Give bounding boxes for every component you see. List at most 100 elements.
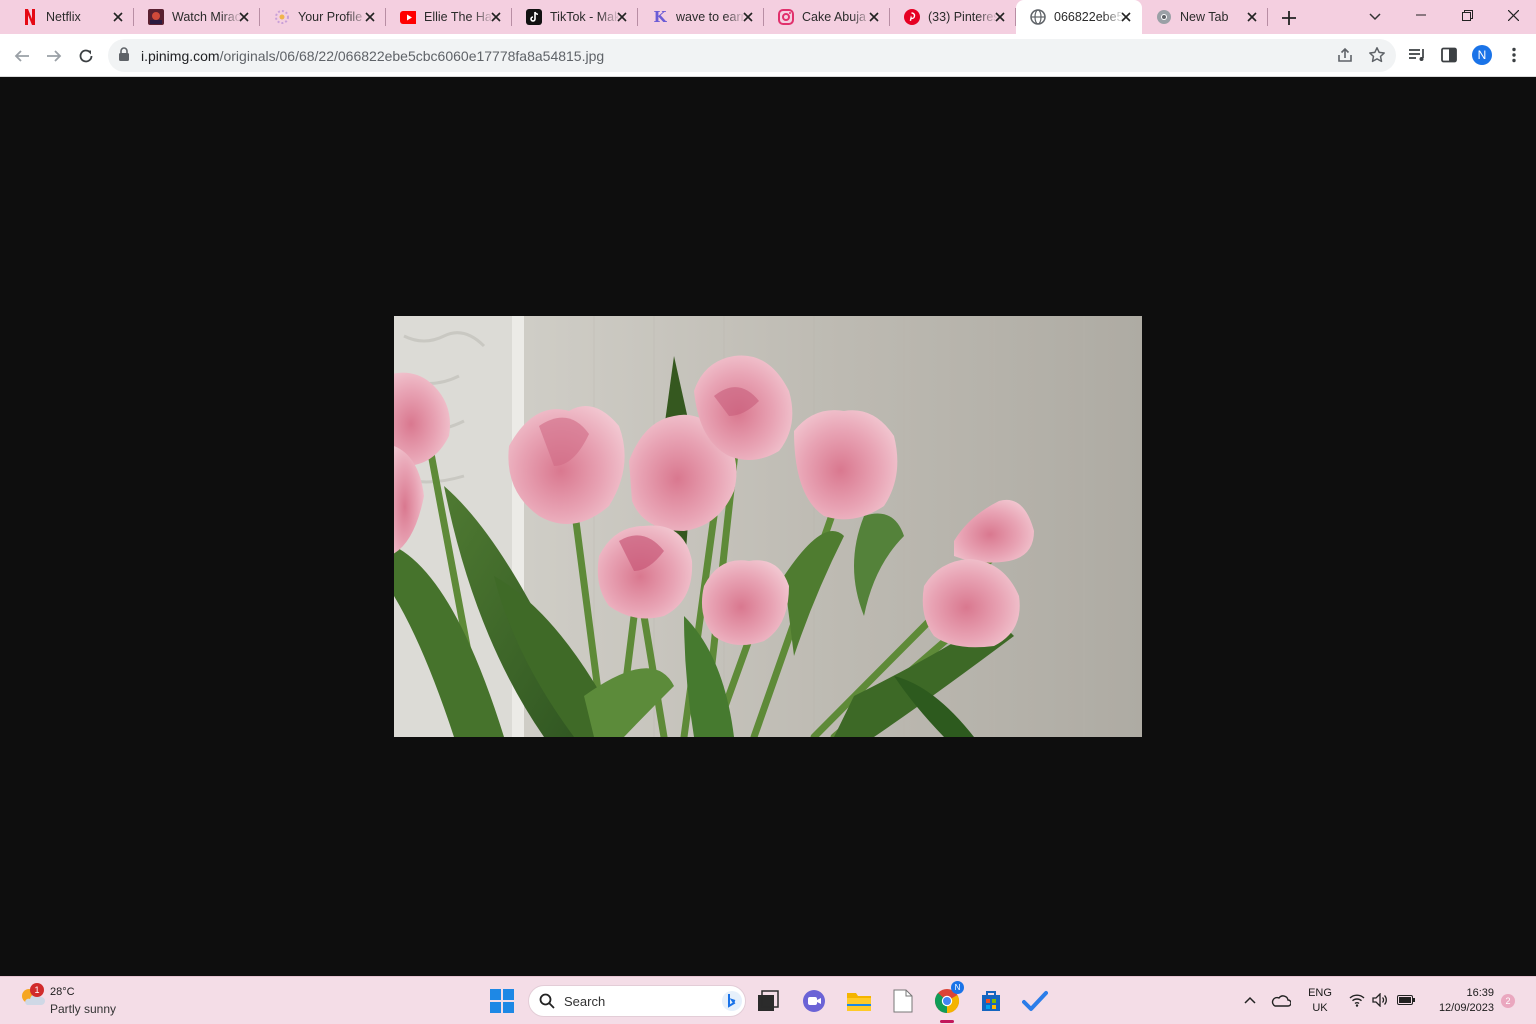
tab-divider <box>1267 8 1268 26</box>
reload-button[interactable] <box>73 43 99 69</box>
chrome-profile-badge: N <box>951 981 964 994</box>
close-icon[interactable] <box>488 9 504 25</box>
tab-profile[interactable]: Your Profile <box>260 0 386 34</box>
minimize-button[interactable] <box>1398 0 1444 30</box>
tab-instagram[interactable]: Cake Abuja <box>764 0 890 34</box>
pinterest-icon <box>904 9 920 25</box>
wifi-icon[interactable] <box>1347 990 1367 1010</box>
file-icon <box>893 989 913 1013</box>
chevron-down-icon <box>1369 13 1381 21</box>
weather-alert-badge: 1 <box>30 983 44 997</box>
minimize-icon <box>1416 14 1426 16</box>
url-path: /originals/06/68/22/066822ebe5cbc6060e17… <box>219 48 605 64</box>
chrome-icon <box>1156 9 1172 25</box>
tab-netflix[interactable]: Netflix <box>8 0 134 34</box>
tab-strip: Netflix Watch Miraculous Your Profile El… <box>0 0 1536 34</box>
tab-title: TikTok - Make Your Day <box>550 10 620 24</box>
chevron-up-icon <box>1244 996 1256 1004</box>
share-icon[interactable] <box>1336 46 1354 69</box>
search-label: Search <box>564 994 606 1009</box>
store-button[interactable] <box>977 987 1005 1015</box>
address-bar[interactable]: i.pinimg.com/originals/06/68/22/066822eb… <box>108 39 1396 72</box>
profile-icon <box>274 9 290 25</box>
close-icon[interactable] <box>236 9 252 25</box>
tab-title: Netflix <box>46 10 81 24</box>
search-icon <box>539 993 555 1014</box>
weather-temp: 28°C <box>50 986 75 998</box>
tab-title: wave to earn <box>676 10 746 24</box>
tab-wave[interactable]: K wave to earn <box>638 0 764 34</box>
file-explorer-button[interactable] <box>845 987 873 1015</box>
clock-time: 16:39 <box>1466 987 1494 999</box>
close-icon[interactable] <box>740 9 756 25</box>
new-tab-button[interactable] <box>1278 7 1300 29</box>
tab-image-active[interactable]: 066822ebe5cbc6060e17778fa8a54815.jpg <box>1016 0 1142 34</box>
teams-chat-button[interactable] <box>800 987 828 1015</box>
close-icon[interactable] <box>1244 9 1260 25</box>
forward-button[interactable] <box>41 43 67 69</box>
restore-button[interactable] <box>1444 0 1490 30</box>
instagram-icon <box>778 9 794 25</box>
globe-icon <box>1030 9 1046 25</box>
language-indicator[interactable]: ENG UK <box>1305 986 1335 1016</box>
clock[interactable]: 16:39 12/09/2023 <box>1422 986 1494 1016</box>
todo-button[interactable] <box>1021 987 1049 1015</box>
checkmark-icon <box>1022 991 1048 1011</box>
url-host: i.pinimg.com <box>141 48 220 64</box>
close-window-button[interactable] <box>1490 0 1536 30</box>
show-hidden-icons-button[interactable] <box>1240 990 1260 1010</box>
store-icon <box>982 991 1000 1011</box>
tab-title: New Tab <box>1180 10 1229 24</box>
bing-icon[interactable] <box>721 990 743 1017</box>
tab-youtube[interactable]: Ellie The Hamster <box>386 0 512 34</box>
onedrive-icon[interactable] <box>1271 990 1291 1010</box>
close-icon[interactable] <box>614 9 630 25</box>
close-icon <box>1507 9 1519 21</box>
lock-icon[interactable] <box>118 47 130 67</box>
side-panel-icon[interactable] <box>1438 44 1460 66</box>
more-menu-icon[interactable] <box>1503 44 1525 66</box>
tab-pinterest[interactable]: (33) Pinterest <box>890 0 1016 34</box>
tab-title: Your Profile <box>298 10 363 24</box>
pink-tulips-photo[interactable] <box>394 316 1142 737</box>
clock-date: 12/09/2023 <box>1438 1002 1494 1014</box>
media-control-icon[interactable] <box>1406 44 1428 66</box>
active-app-indicator <box>940 1020 954 1023</box>
chat-icon <box>803 990 825 1012</box>
task-view-button[interactable] <box>754 987 782 1015</box>
restore-icon <box>1461 9 1473 21</box>
plus-icon <box>1282 11 1296 25</box>
close-icon[interactable] <box>992 9 1008 25</box>
weather-widget[interactable]: 1 28°C Partly sunny <box>18 983 116 1016</box>
bookmark-star-icon[interactable] <box>1368 46 1386 69</box>
close-icon[interactable] <box>362 9 378 25</box>
battery-icon[interactable] <box>1396 990 1416 1010</box>
notepad-button[interactable] <box>889 987 917 1015</box>
weather-condition: Partly sunny <box>50 1002 117 1016</box>
windows-start-button[interactable] <box>488 987 516 1015</box>
tab-title: Cake Abuja <box>802 10 866 24</box>
k-icon: K <box>653 8 667 26</box>
tab-tiktok[interactable]: TikTok - Make Your Day <box>512 0 638 34</box>
tab-watch[interactable]: Watch Miraculous <box>134 0 260 34</box>
back-button[interactable] <box>9 43 35 69</box>
close-icon[interactable] <box>1118 9 1134 25</box>
arrow-left-icon <box>14 50 29 62</box>
task-view-icon <box>758 990 779 1011</box>
close-icon[interactable] <box>110 9 126 25</box>
tab-search-button[interactable] <box>1364 6 1386 28</box>
video-thumbnail-icon <box>148 9 164 25</box>
tiktok-icon <box>526 9 542 25</box>
tab-newtab[interactable]: New Tab <box>1142 0 1268 34</box>
close-icon[interactable] <box>866 9 882 25</box>
youtube-icon <box>400 9 416 25</box>
profile-avatar[interactable]: N <box>1472 45 1492 65</box>
netflix-icon <box>22 9 38 25</box>
url-text[interactable]: i.pinimg.com/originals/06/68/22/066822eb… <box>141 48 604 64</box>
language-region: UK <box>1312 1002 1328 1014</box>
arrow-right-icon <box>47 50 62 62</box>
volume-icon[interactable] <box>1370 990 1390 1010</box>
notification-count-badge[interactable]: 2 <box>1501 994 1515 1008</box>
chrome-taskbar-button[interactable]: N <box>933 981 964 1015</box>
taskbar-search[interactable]: Search <box>528 985 746 1017</box>
